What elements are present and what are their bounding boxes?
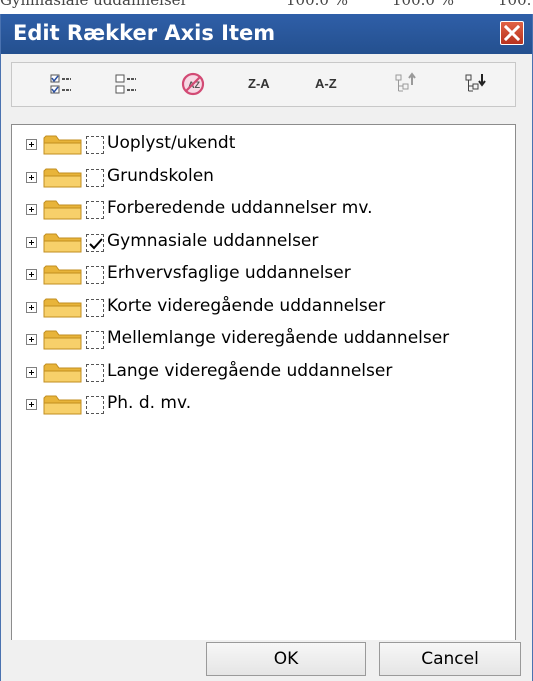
- item-checkbox[interactable]: [86, 266, 104, 284]
- expand-icon[interactable]: [26, 399, 37, 410]
- check-all-button[interactable]: [48, 71, 74, 97]
- check-icon: [89, 237, 103, 249]
- tree-item-label: Uoplyst/ukendt: [107, 133, 236, 153]
- tree-item[interactable]: Mellemlange videregående uddannelser: [26, 324, 506, 354]
- tree-item[interactable]: Korte videregående uddannelser: [26, 292, 506, 322]
- dialog-titlebar[interactable]: Edit Rækker Axis Item: [1, 14, 532, 54]
- expand-icon[interactable]: [26, 366, 37, 378]
- uncheck-all-icon: [115, 74, 136, 94]
- folder-icon: [43, 200, 82, 220]
- background-text: 100.0 %: [286, 0, 348, 9]
- no-sort-button[interactable]: AZ: [180, 71, 206, 97]
- item-checkbox[interactable]: [86, 136, 104, 154]
- move-up-icon: [395, 72, 416, 92]
- tree-item[interactable]: Gymnasiale uddannelser: [26, 227, 506, 257]
- tree-item[interactable]: Forberedende uddannelser mv.: [26, 194, 506, 224]
- toolbar: AZ Z-A A-Z: [11, 62, 516, 107]
- close-button[interactable]: [500, 21, 524, 45]
- folder-icon: [43, 330, 82, 350]
- item-checkbox[interactable]: [86, 363, 104, 382]
- expand-icon[interactable]: [26, 139, 37, 150]
- move-up-button[interactable]: [393, 71, 419, 97]
- tree-item[interactable]: Grundskolen: [26, 162, 506, 192]
- folder-icon: [43, 265, 82, 285]
- tree-item[interactable]: Uoplyst/ukendt: [26, 129, 506, 159]
- sort-ascending-button[interactable]: A-Z: [315, 76, 337, 91]
- expand-icon[interactable]: [26, 171, 37, 183]
- tree-item-label: Lange videregående uddannelser: [107, 360, 393, 381]
- folder-icon: [43, 135, 82, 155]
- folder-icon: [43, 363, 82, 382]
- item-checkbox[interactable]: [86, 298, 104, 317]
- expand-icon[interactable]: [26, 334, 37, 345]
- expand-icon[interactable]: [26, 269, 37, 280]
- folder-icon: [43, 233, 82, 252]
- tree-item-label: Forberedende uddannelser mv.: [107, 198, 373, 218]
- item-checkbox[interactable]: [86, 233, 104, 252]
- uncheck-all-button[interactable]: [113, 71, 139, 97]
- tree-item-label: Korte videregående uddannelser: [107, 295, 386, 316]
- tree-item[interactable]: Ph. d. mv.: [26, 389, 506, 419]
- tree-item-label: Grundskolen: [107, 165, 214, 186]
- dialog-title: Edit Rækker Axis Item: [13, 21, 276, 45]
- folder-icon: [43, 395, 82, 415]
- check-all-icon: [50, 74, 71, 94]
- close-icon: [504, 25, 520, 41]
- item-checkbox[interactable]: [86, 168, 104, 187]
- folder-icon: [43, 168, 82, 187]
- tree-item-label: Ph. d. mv.: [107, 393, 192, 413]
- cancel-button[interactable]: Cancel: [379, 642, 521, 676]
- move-down-button[interactable]: [463, 71, 489, 97]
- background-text: 100.: [498, 0, 532, 9]
- tree-item-label: Mellemlange videregående uddannelser: [107, 328, 450, 348]
- item-checkbox[interactable]: [86, 331, 104, 349]
- tree-item-label: Gymnasiale uddannelser: [107, 230, 319, 251]
- edit-axis-item-dialog: Edit Rækker Axis Item AZ Z-A A-Z Uoplyst…: [0, 14, 533, 681]
- axis-item-tree[interactable]: Uoplyst/ukendt Grundskolen Forberedende ud…: [11, 124, 516, 642]
- no-sort-icon: AZ: [181, 72, 205, 96]
- tree-item[interactable]: Erhvervsfaglige uddannelser: [26, 259, 506, 289]
- folder-icon: [43, 298, 82, 317]
- expand-icon[interactable]: [26, 301, 37, 313]
- sort-descending-button[interactable]: Z-A: [248, 76, 270, 91]
- move-down-icon: [465, 74, 486, 92]
- expand-icon[interactable]: [26, 204, 37, 215]
- ok-button[interactable]: OK: [206, 642, 366, 676]
- item-checkbox[interactable]: [86, 396, 104, 414]
- background-text: 100.0 %: [392, 0, 454, 9]
- tree-item[interactable]: Lange videregående uddannelser: [26, 357, 506, 387]
- background-text: Gymnasiale uddannelser: [0, 0, 188, 9]
- dialog-footer: OK Cancel: [1, 640, 532, 681]
- tree-item-label: Erhvervsfaglige uddannelser: [107, 263, 351, 283]
- item-checkbox[interactable]: [86, 201, 104, 219]
- expand-icon[interactable]: [26, 236, 37, 248]
